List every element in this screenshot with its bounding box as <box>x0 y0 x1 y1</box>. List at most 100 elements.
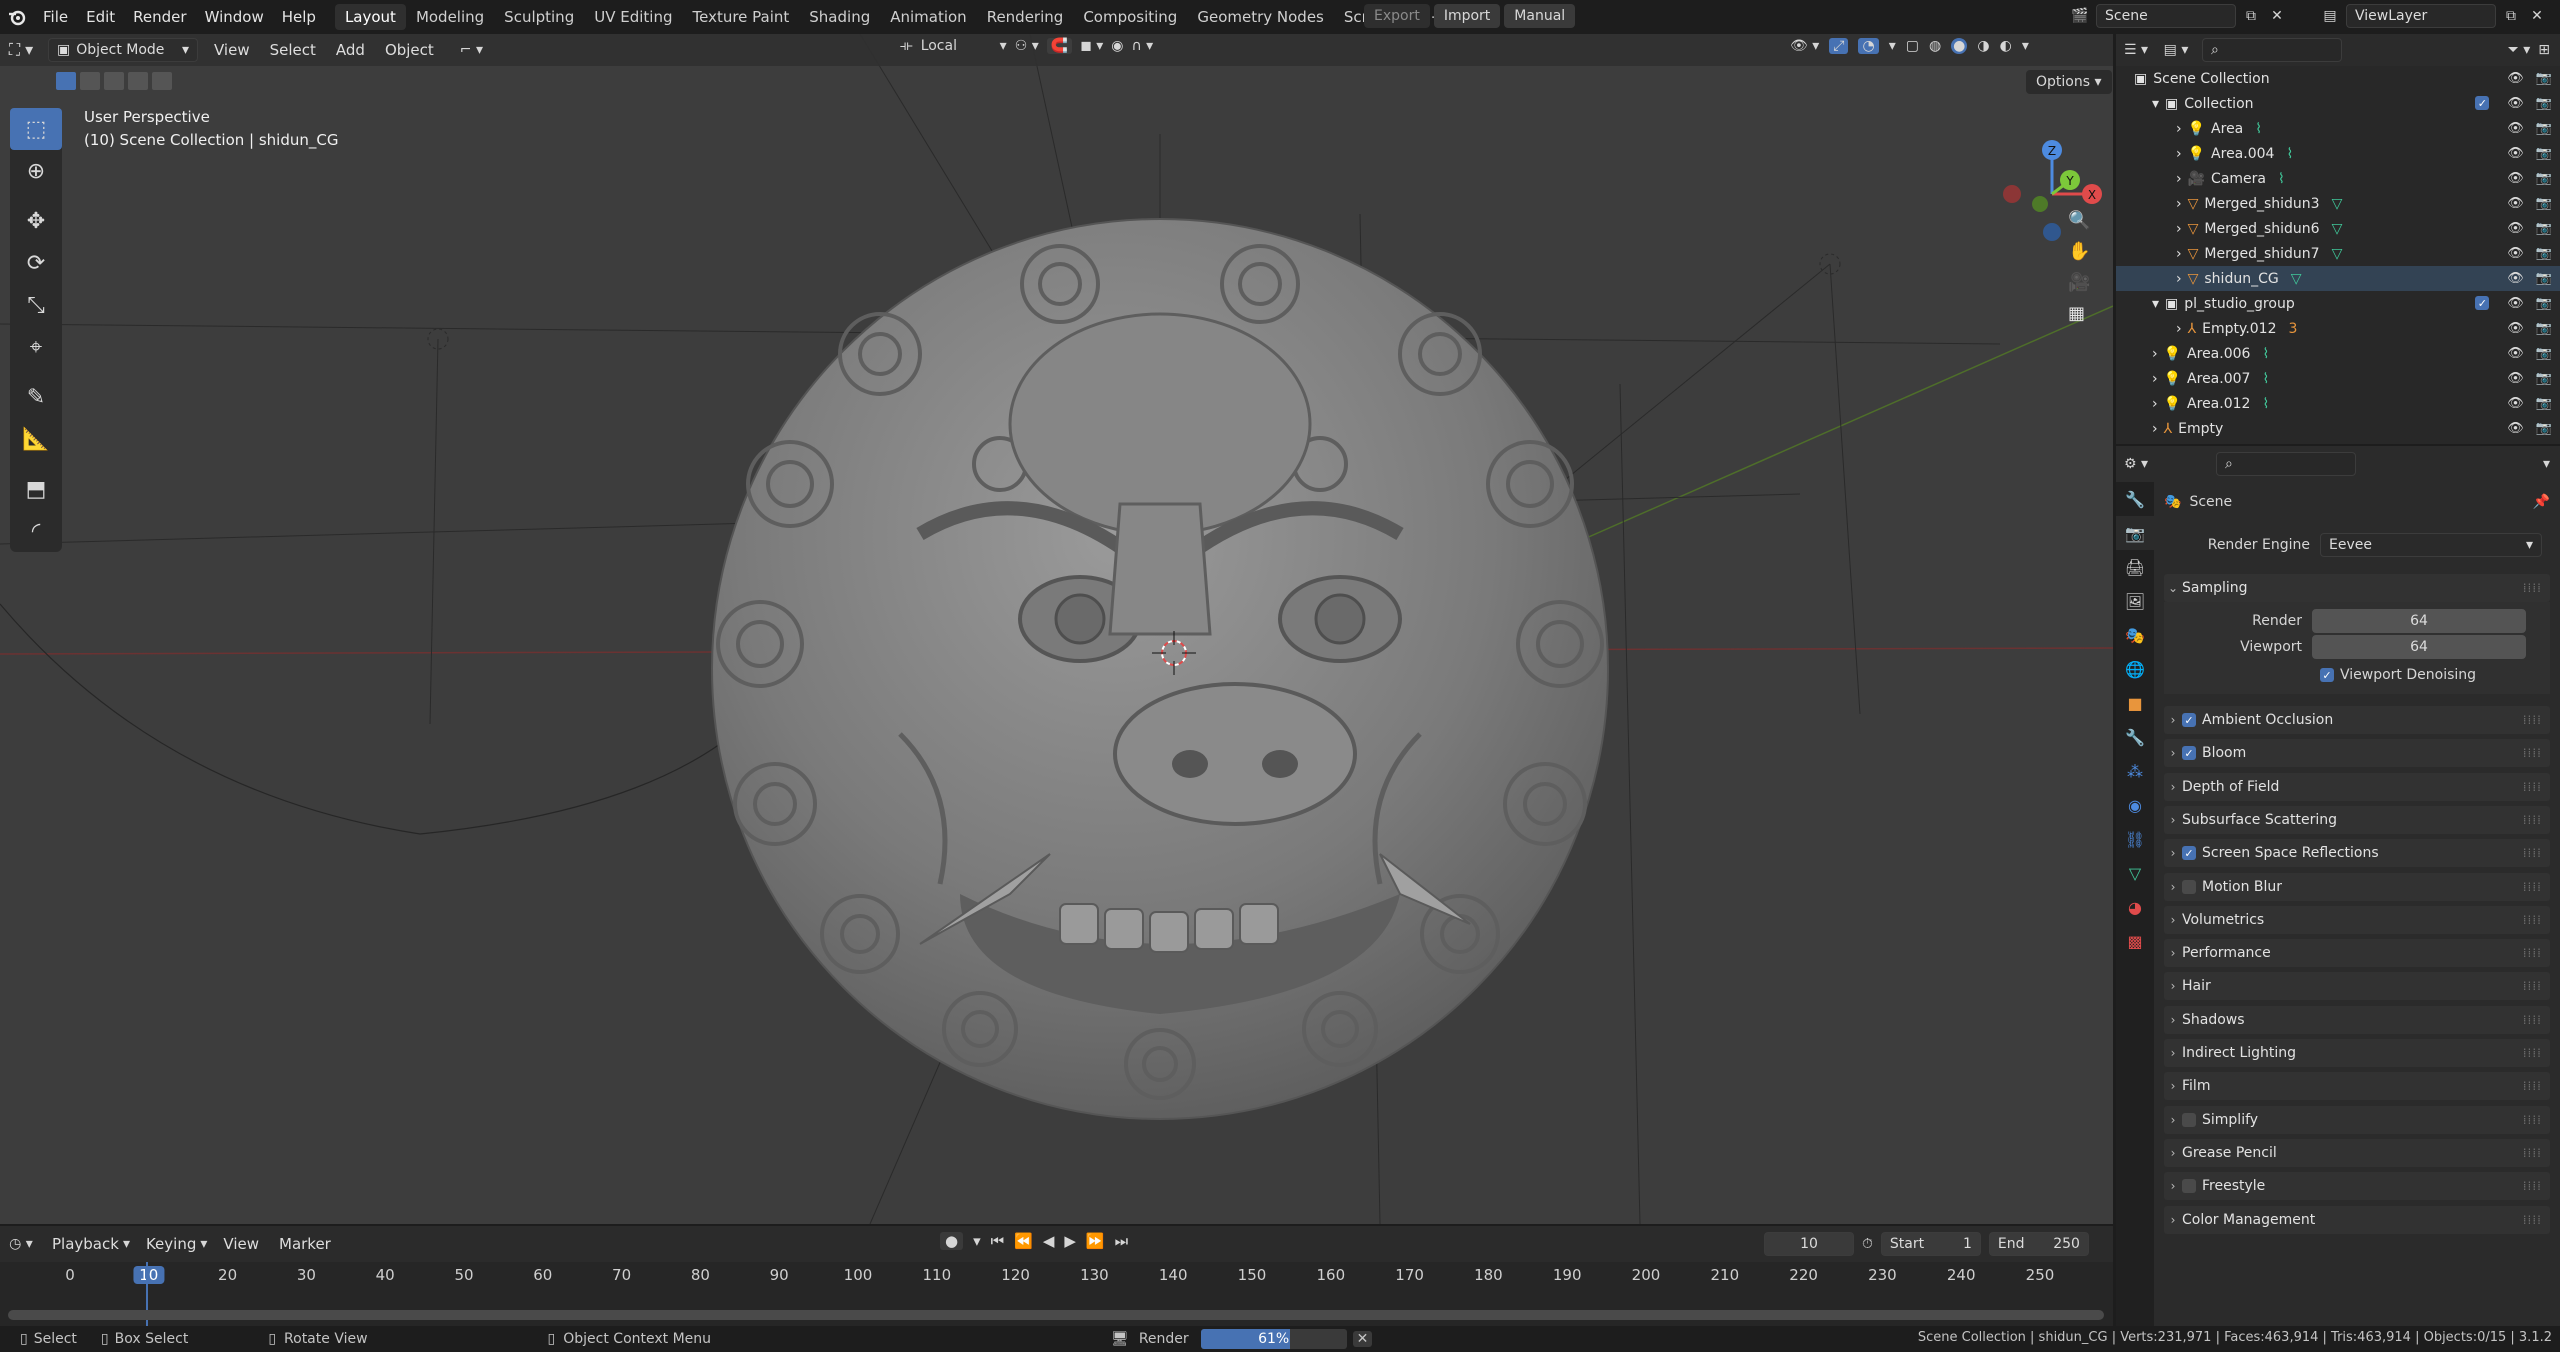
scene-name-field[interactable]: Scene <box>2096 4 2236 28</box>
rotate-tool-icon[interactable]: ⟳ <box>10 242 62 284</box>
menu-help[interactable]: Help <box>273 0 325 34</box>
tab-layout[interactable]: Layout <box>334 4 406 30</box>
panel-enable-checkbox[interactable] <box>2182 1179 2196 1194</box>
eye-icon[interactable]: 👁 <box>2507 221 2524 236</box>
properties-search-input[interactable]: ⌕ <box>2216 452 2356 476</box>
object-data-icon[interactable]: ⌇ <box>2278 171 2285 187</box>
exclude-checkbox[interactable]: ✓ <box>2475 296 2490 310</box>
camera-render-icon[interactable]: 📷 <box>2536 196 2552 211</box>
drag-handle-icon[interactable]: ⁞⁞⁞⁞ <box>2523 1046 2542 1060</box>
eye-icon[interactable]: 👁 <box>2507 271 2524 286</box>
chevron-down-icon[interactable]: ▾ <box>2543 456 2550 472</box>
panel-performance[interactable]: › Performance ⁞⁞⁞⁞ <box>2164 939 2550 968</box>
disclosure-triangle-icon[interactable]: › <box>2152 421 2158 437</box>
eye-icon[interactable]: 👁 <box>2507 146 2524 161</box>
outliner-row[interactable]: ▾ ▣ pl_studio_group ✓ 👁 📷 <box>2116 291 2560 316</box>
camera-render-icon[interactable]: 📷 <box>2536 171 2552 186</box>
select-extend-icon[interactable] <box>80 72 100 90</box>
menu-edit[interactable]: Edit <box>77 0 124 34</box>
sampling-panel-header[interactable]: ⌄ Sampling ⁞⁞⁞⁞ <box>2164 574 2550 602</box>
drag-handle-icon[interactable]: ⁞⁞⁞⁞ <box>2523 1146 2542 1160</box>
new-scene-icon[interactable]: ⧉ <box>2240 8 2262 24</box>
viewport-menu-add[interactable]: Add <box>326 41 375 59</box>
tab-shading[interactable]: Shading <box>799 4 880 30</box>
timeline-menu-view[interactable]: View <box>213 1235 269 1253</box>
outliner-row[interactable]: › 🎥 Camera ⌇ 👁 📷 <box>2116 166 2560 191</box>
panel-freestyle[interactable]: › Freestyle ⁞⁞⁞⁞ <box>2164 1172 2550 1201</box>
clock-icon[interactable]: ⏱ <box>1862 1236 1873 1252</box>
viewport-samples-field[interactable]: 64 <box>2312 635 2526 659</box>
options-button[interactable]: Options ▾ <box>2026 70 2112 94</box>
move-tool-icon[interactable]: ✥ <box>10 200 62 242</box>
timeline-editor-icon[interactable]: ◷ ▾ <box>0 1236 42 1252</box>
timeline-menu-playback[interactable]: Playback <box>42 1235 129 1253</box>
tab-rendering[interactable]: Rendering <box>977 4 1074 30</box>
timeline-menu-keying[interactable]: Keying <box>136 1235 206 1253</box>
viewlayer-name-field[interactable]: ViewLayer <box>2346 4 2496 28</box>
tab-compositing[interactable]: Compositing <box>1073 4 1187 30</box>
texture-tab-icon[interactable]: ▩ <box>2116 924 2154 958</box>
delete-scene-icon[interactable]: ✕ <box>2266 8 2288 24</box>
outliner-row[interactable]: › ▽ Merged_shidun3 ▽ 👁 📷 <box>2116 191 2560 216</box>
overlays-icon[interactable]: ◔ <box>1858 38 1879 54</box>
eye-icon[interactable]: 👁 <box>2507 296 2524 311</box>
jump-end-icon[interactable]: ⏭ <box>1115 1232 1129 1250</box>
camera-render-icon[interactable]: 📷 <box>2536 221 2552 236</box>
drag-handle-icon[interactable]: ⁞⁞⁞⁞ <box>2523 780 2542 794</box>
timeline-scrollbar[interactable] <box>8 1310 2104 1320</box>
panel-ambient-occlusion[interactable]: › ✓ Ambient Occlusion ⁞⁞⁞⁞ <box>2164 706 2550 734</box>
next-keyframe-icon[interactable]: ⏩ <box>1086 1232 1105 1250</box>
object-data-icon[interactable]: ⌇ <box>2262 396 2269 412</box>
material-tab-icon[interactable]: ◕ <box>2116 890 2154 924</box>
eye-icon[interactable]: 👁 <box>2507 196 2524 211</box>
eye-icon[interactable]: 👁 <box>2507 96 2524 111</box>
viewport-denoising-row[interactable]: ✓ Viewport Denoising <box>2164 660 2550 690</box>
viewport-menu-view[interactable]: View <box>204 41 260 59</box>
orientation-selector[interactable]: Local ▾ <box>921 38 1007 54</box>
panel-enable-checkbox[interactable]: ✓ <box>2182 846 2196 861</box>
particles-tab-icon[interactable]: ⁂ <box>2116 754 2154 788</box>
properties-editor-icon[interactable]: ⚙ ▾ <box>2116 456 2156 472</box>
curve-tool-icon[interactable]: ◜ <box>10 510 62 552</box>
blender-logo-icon[interactable] <box>0 0 34 34</box>
panel-enable-checkbox[interactable] <box>2182 879 2196 894</box>
eye-icon[interactable]: 👁 <box>2507 321 2524 336</box>
panel-volumetrics[interactable]: › Volumetrics ⁞⁞⁞⁞ <box>2164 905 2550 934</box>
disclosure-triangle-icon[interactable]: › <box>2176 271 2182 287</box>
drag-handle-icon[interactable]: ⁞⁞⁞⁞ <box>2523 979 2542 993</box>
playhead-line[interactable] <box>146 1262 148 1336</box>
physics-tab-icon[interactable]: ◉ <box>2116 788 2154 822</box>
panel-subsurface-scattering[interactable]: › Subsurface Scattering ⁞⁞⁞⁞ <box>2164 805 2550 834</box>
start-frame-field[interactable]: Start 1 <box>1880 1232 1981 1256</box>
panel-indirect-lighting[interactable]: › Indirect Lighting ⁞⁞⁞⁞ <box>2164 1039 2550 1067</box>
disclosure-triangle-icon[interactable]: › <box>2176 321 2182 337</box>
panel-enable-checkbox[interactable]: ✓ <box>2182 746 2196 761</box>
viewport-menu-object[interactable]: Object <box>375 41 444 59</box>
disclosure-triangle-icon[interactable]: ▾ <box>2152 296 2159 312</box>
chevron-down-icon[interactable]: ▾ <box>2022 38 2029 54</box>
panel-motion-blur[interactable]: › Motion Blur ⁞⁞⁞⁞ <box>2164 872 2550 901</box>
camera-render-icon[interactable]: 📷 <box>2536 421 2552 436</box>
perspective-grid-icon[interactable]: ▦ <box>2068 303 2090 324</box>
tab-modeling[interactable]: Modeling <box>406 4 494 30</box>
eye-icon[interactable]: 👁 <box>2507 121 2524 136</box>
gizmo-toggle-icon[interactable]: ⤢ <box>1829 38 1849 54</box>
tab-sculpting[interactable]: Sculpting <box>494 4 584 30</box>
play-reverse-icon[interactable]: ◀ <box>1043 1232 1055 1250</box>
outliner-search-input[interactable]: ⌕ <box>2202 38 2342 62</box>
camera-render-icon[interactable]: 📷 <box>2536 121 2552 136</box>
drag-handle-icon[interactable]: ⁞⁞⁞⁞ <box>2523 1179 2542 1193</box>
drag-handle-icon[interactable]: ⁞⁞⁞⁞ <box>2523 946 2542 960</box>
snap-icon[interactable]: 🧲 <box>1046 38 1073 54</box>
outliner-row[interactable]: › 💡 Area.012 ⌇ 👁 📷 <box>2116 391 2560 416</box>
pan-hand-icon[interactable]: ✋ <box>2068 241 2090 262</box>
eye-icon[interactable]: 👁 <box>2507 346 2524 361</box>
eye-icon[interactable]: 👁 <box>2507 171 2524 186</box>
export-button[interactable]: Export <box>1364 4 1430 28</box>
menu-render[interactable]: Render <box>124 0 195 34</box>
disclosure-triangle-icon[interactable]: › <box>2152 396 2158 412</box>
snap-target-icon[interactable]: ◼ ▾ <box>1080 38 1103 54</box>
drag-handle-icon[interactable]: ⁞⁞⁞⁞ <box>2523 746 2542 760</box>
outliner-row[interactable]: › ▽ Merged_shidun6 ▽ 👁 📷 <box>2116 216 2560 241</box>
camera-render-icon[interactable]: 📷 <box>2536 296 2552 311</box>
